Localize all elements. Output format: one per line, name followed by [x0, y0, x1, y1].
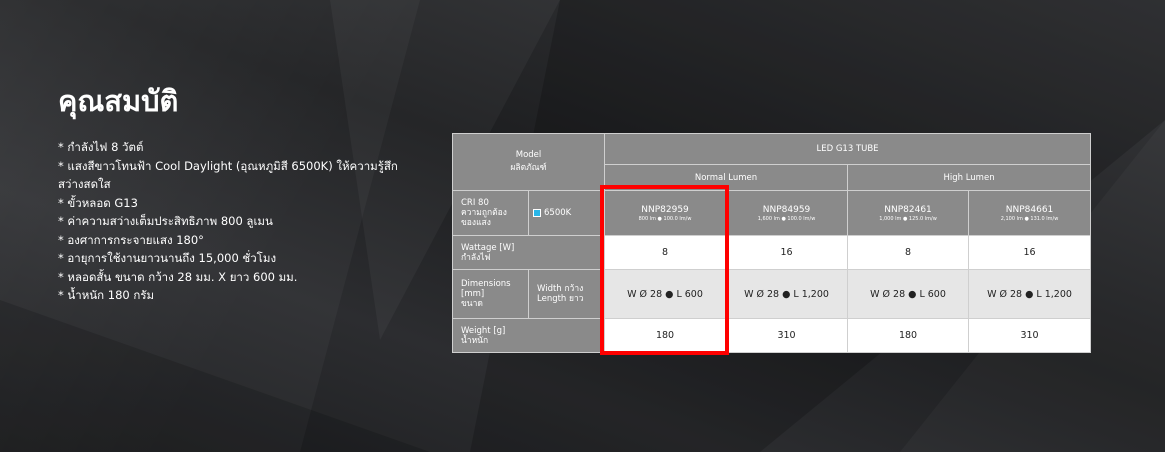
weight-value: 310 — [968, 318, 1092, 353]
group-normal-lumen: Normal Lumen — [604, 164, 849, 191]
cri-label-cell: CRI 80 ความถูกต้อง ของแสง — [452, 190, 529, 236]
model-cell: NNP84959 1,600 lm ● 100.0 lm/w — [725, 190, 849, 236]
cri-label: CRI 80 — [461, 198, 489, 208]
feature-item: * ขั้วหลอด G13 — [58, 195, 138, 210]
model-lumen: 1,600 lm ● 100.0 lm/w — [757, 216, 816, 222]
weight-value: 180 — [847, 318, 970, 353]
model-cell: NNP82959 800 lm ● 100.0 lm/w — [604, 190, 727, 236]
color-swatch-icon — [533, 208, 541, 217]
width-label: Width กว้าง — [537, 284, 584, 294]
model-cell: NNP84661 2,100 lm ● 131.0 lm/w — [968, 190, 1092, 236]
model-code: NNP82461 — [884, 205, 932, 215]
wattage-label-th: กำลังไฟ — [461, 252, 491, 263]
wattage-label-cell: Wattage [W] กำลังไฟ — [451, 235, 606, 270]
product-header: LED G13 TUBE — [604, 133, 1092, 165]
model-code: NNP84661 — [1005, 205, 1054, 215]
model-label: Model — [515, 150, 542, 160]
weight-label-th: น้ำหนัก — [461, 335, 489, 346]
weight-value: 310 — [725, 318, 849, 353]
page-title: คุณสมบัติ — [58, 84, 179, 118]
feature-item: * องศาการกระจายแสง 180° — [58, 232, 204, 247]
dimension-value: W Ø 28 ● L 1,200 — [725, 269, 849, 319]
wattage-value: 8 — [604, 235, 727, 270]
dimension-label: Dimensions — [461, 279, 511, 289]
model-header: Model ผลิตภัณฑ์ — [451, 133, 606, 191]
model-code: NNP84959 — [762, 205, 811, 215]
feature-item: * อายุการใช้งานยาวนานถึง 15,000 ชั่วโมง — [58, 251, 277, 265]
feature-item: * หลอดสั้น ขนาด กว้าง 28 มม. X ยาว 600 ม… — [58, 269, 298, 284]
dimension-label-th: ขนาด — [461, 299, 483, 309]
wattage-value: 8 — [847, 235, 970, 270]
group-high-lumen: High Lumen — [847, 164, 1092, 191]
feature-item: * กำลังไฟ 8 วัตต์ — [58, 140, 144, 154]
model-lumen: 800 lm ● 100.0 lm/w — [638, 216, 692, 222]
model-label-th: ผลิตภัณฑ์ — [510, 163, 547, 173]
cri-label-th: ความถูกต้อง — [461, 208, 507, 218]
length-label: Length ยาว — [537, 294, 584, 304]
feature-item: * แสงสีขาวโทนฟ้า Cool Daylight (อุณหภูมิ… — [58, 158, 398, 192]
spec-table: Model ผลิตภัณฑ์ LED G13 TUBE Normal Lume… — [451, 133, 1092, 353]
wattage-value: 16 — [968, 235, 1092, 270]
model-lumen: 2,100 lm ● 131.0 lm/w — [1000, 216, 1059, 222]
feature-item: * น้ำหนัก 180 กรัม — [58, 288, 155, 302]
dimension-value: W Ø 28 ● L 600 — [604, 269, 727, 319]
wattage-value: 16 — [725, 235, 849, 270]
spec-table-image: Model ผลิตภัณฑ์ LED G13 TUBE Normal Lume… — [451, 133, 1092, 353]
color-temp-cell: 6500K — [527, 190, 606, 236]
weight-label: Weight [g] — [461, 325, 506, 336]
feature-item: * ค่าความสว่างเต็มประสิทธิภาพ 800 ลูเมน — [58, 214, 273, 228]
dimension-value: W Ø 28 ● L 600 — [847, 269, 970, 319]
model-lumen: 1,000 lm ● 125.0 lm/w — [879, 216, 937, 222]
wattage-label: Wattage [W] — [461, 242, 515, 253]
model-code: NNP82959 — [641, 205, 689, 215]
cri-label-th2: ของแสง — [461, 218, 491, 228]
color-temp: 6500K — [544, 208, 572, 218]
weight-label-cell: Weight [g] น้ำหนัก — [451, 318, 606, 353]
width-length-cell: Width กว้าง Length ยาว — [527, 269, 606, 319]
dimension-value: W Ø 28 ● L 1,200 — [968, 269, 1092, 319]
feature-list: * กำลังไฟ 8 วัตต์ * แสงสีขาวโทนฟ้า Cool … — [58, 138, 418, 305]
dimension-unit: [mm] — [461, 289, 485, 299]
dimension-label-cell: Dimensions [mm] ขนาด — [452, 269, 529, 319]
model-cell: NNP82461 1,000 lm ● 125.0 lm/w — [847, 190, 970, 236]
weight-value: 180 — [604, 318, 727, 353]
